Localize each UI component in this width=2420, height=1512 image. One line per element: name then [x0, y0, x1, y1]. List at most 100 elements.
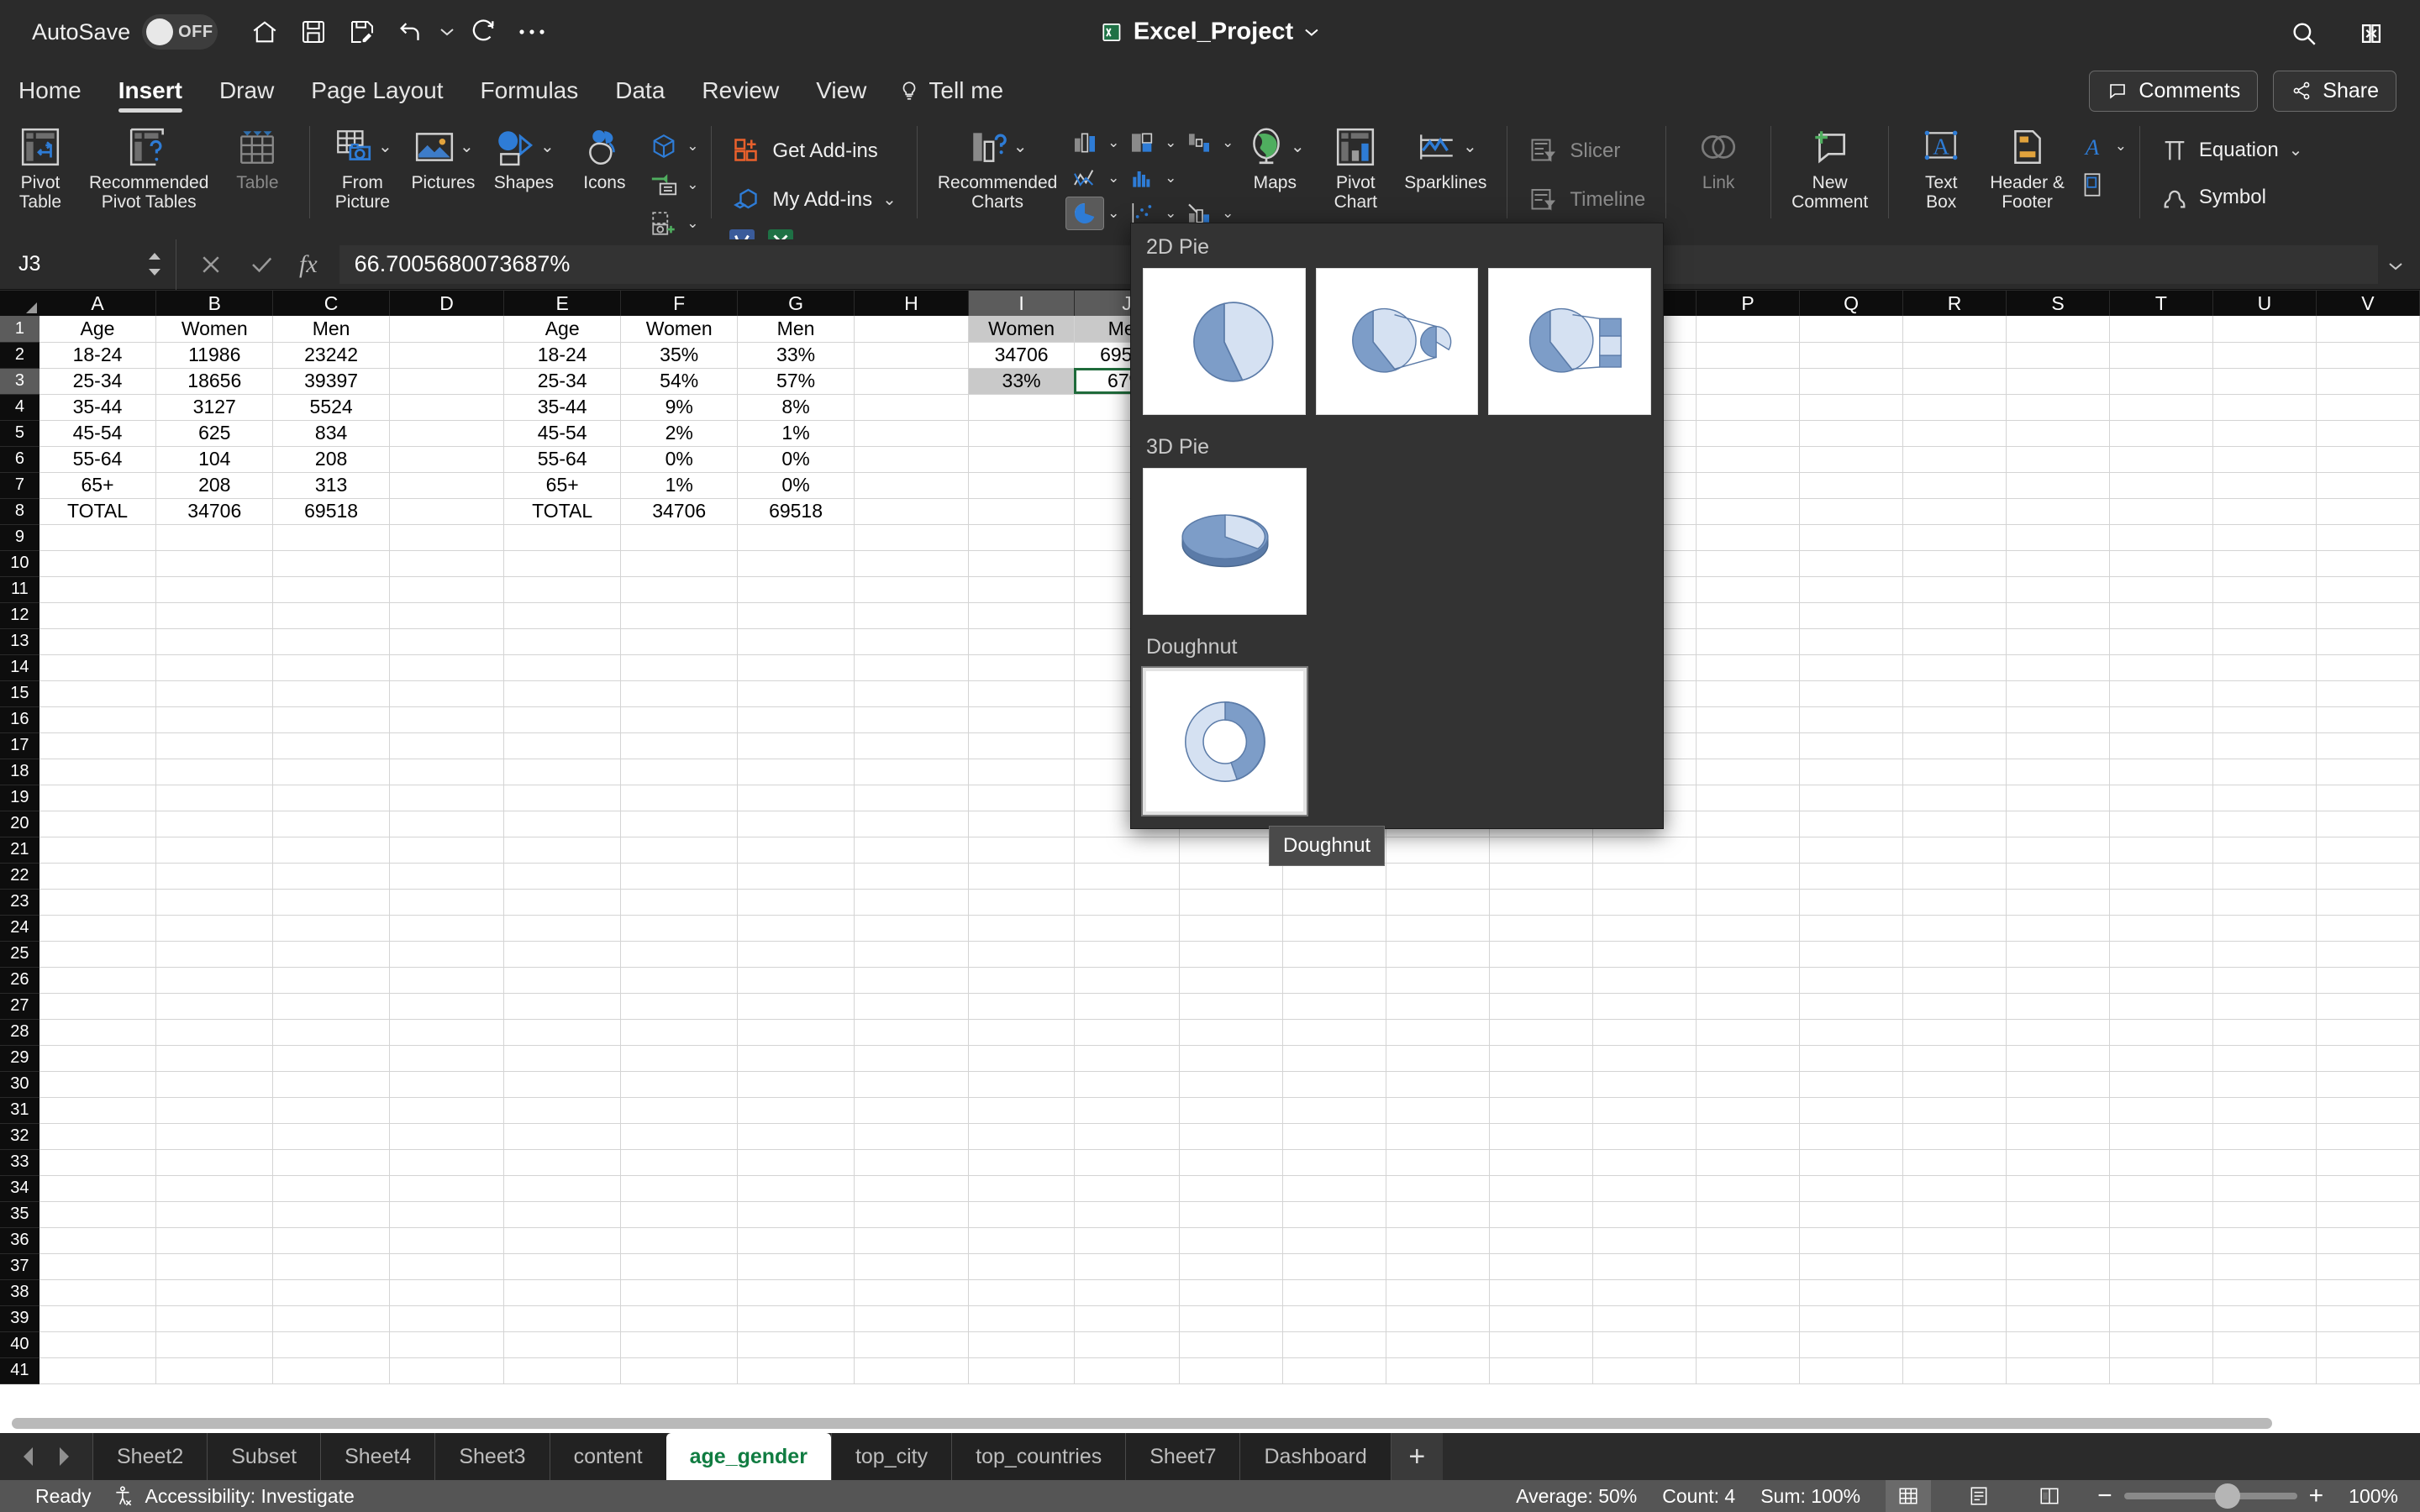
3d-models-button[interactable] [644, 129, 683, 163]
cell-L33[interactable] [1282, 1149, 1386, 1176]
cell-S32[interactable] [2006, 1123, 2110, 1150]
cell-D36[interactable] [389, 1227, 505, 1254]
cell-N37[interactable] [1489, 1253, 1593, 1280]
cell-B35[interactable] [155, 1201, 274, 1228]
cell-G28[interactable] [737, 1019, 855, 1046]
cell-B33[interactable] [155, 1149, 274, 1176]
cell-R27[interactable] [1902, 993, 2007, 1020]
link-button[interactable]: Link [1678, 121, 1759, 192]
cell-I41[interactable] [968, 1357, 1075, 1384]
cell-T34[interactable] [2109, 1175, 2213, 1202]
cell-G35[interactable] [737, 1201, 855, 1228]
tab-view[interactable]: View [797, 64, 885, 118]
cell-E4[interactable]: 35-44 [503, 394, 622, 421]
cell-M38[interactable] [1386, 1279, 1491, 1306]
cell-U22[interactable] [2212, 863, 2317, 890]
cell-T13[interactable] [2109, 628, 2213, 655]
smartart-button[interactable] [644, 168, 683, 202]
cell-P39[interactable] [1696, 1305, 1800, 1332]
cell-Q3[interactable] [1799, 368, 1904, 395]
cell-B12[interactable] [155, 602, 274, 629]
column-header-s[interactable]: S [2006, 291, 2110, 316]
cell-V27[interactable] [2316, 993, 2420, 1020]
cell-U1[interactable] [2212, 316, 2317, 343]
timeline-button[interactable]: Timeline [1519, 178, 1654, 222]
cell-F40[interactable] [620, 1331, 739, 1358]
cell-D24[interactable] [389, 915, 505, 942]
sparklines-button[interactable]: ⌄ Sparklines [1396, 121, 1495, 192]
cell-C38[interactable] [272, 1279, 390, 1306]
cell-B8[interactable]: 34706 [155, 498, 274, 525]
cell-R37[interactable] [1902, 1253, 2007, 1280]
cell-A26[interactable] [39, 967, 157, 994]
cell-T21[interactable] [2109, 837, 2213, 864]
cell-C41[interactable] [272, 1357, 390, 1384]
cell-M37[interactable] [1386, 1253, 1491, 1280]
cell-I22[interactable] [968, 863, 1075, 890]
cell-G8[interactable]: 69518 [737, 498, 855, 525]
cell-G5[interactable]: 1% [737, 420, 855, 447]
cell-F36[interactable] [620, 1227, 739, 1254]
cell-C2[interactable]: 23242 [272, 342, 390, 369]
cell-B13[interactable] [155, 628, 274, 655]
cell-R2[interactable] [1902, 342, 2007, 369]
equation-button[interactable]: Equation ⌄ [2152, 129, 2312, 171]
accessibility-status[interactable]: Accessibility: Investigate [113, 1484, 355, 1508]
cell-G15[interactable] [737, 680, 855, 707]
cell-E34[interactable] [503, 1175, 622, 1202]
cell-F41[interactable] [620, 1357, 739, 1384]
cell-E40[interactable] [503, 1331, 622, 1358]
cell-A2[interactable]: 18-24 [39, 342, 157, 369]
cell-C27[interactable] [272, 993, 390, 1020]
cell-P12[interactable] [1696, 602, 1800, 629]
cell-C10[interactable] [272, 550, 390, 577]
row-header-18[interactable]: 18 [0, 759, 39, 785]
cell-C12[interactable] [272, 602, 390, 629]
cell-G9[interactable] [737, 524, 855, 551]
cell-K23[interactable] [1179, 889, 1284, 916]
cell-N21[interactable] [1489, 837, 1593, 864]
cell-D23[interactable] [389, 889, 505, 916]
cell-E9[interactable] [503, 524, 622, 551]
cell-P30[interactable] [1696, 1071, 1800, 1098]
cell-U37[interactable] [2212, 1253, 2317, 1280]
cell-D15[interactable] [389, 680, 505, 707]
cell-F21[interactable] [620, 837, 739, 864]
row-header-32[interactable]: 32 [0, 1123, 39, 1150]
cell-T39[interactable] [2109, 1305, 2213, 1332]
cell-V13[interactable] [2316, 628, 2420, 655]
cell-M27[interactable] [1386, 993, 1491, 1020]
cell-D1[interactable] [389, 316, 505, 343]
cell-Q30[interactable] [1799, 1071, 1904, 1098]
cell-S25[interactable] [2006, 941, 2110, 968]
cell-B2[interactable]: 11986 [155, 342, 274, 369]
cell-B9[interactable] [155, 524, 274, 551]
cell-C3[interactable]: 39397 [272, 368, 390, 395]
row-header-3[interactable]: 3 [0, 368, 39, 395]
cell-R11[interactable] [1902, 576, 2007, 603]
cell-F17[interactable] [620, 732, 739, 759]
cell-L40[interactable] [1282, 1331, 1386, 1358]
cell-B22[interactable] [155, 863, 274, 890]
cell-P5[interactable] [1696, 420, 1800, 447]
pie-3d-chart-option[interactable] [1143, 468, 1307, 615]
row-header-34[interactable]: 34 [0, 1175, 39, 1202]
row-header-12[interactable]: 12 [0, 602, 39, 629]
sheet-nav-arrows[interactable] [0, 1445, 92, 1468]
cell-S6[interactable] [2006, 446, 2110, 473]
cell-O37[interactable] [1592, 1253, 1697, 1280]
cell-C37[interactable] [272, 1253, 390, 1280]
cell-I36[interactable] [968, 1227, 1075, 1254]
page-layout-view-icon[interactable] [1956, 1480, 2002, 1512]
cell-R38[interactable] [1902, 1279, 2007, 1306]
cell-E28[interactable] [503, 1019, 622, 1046]
cell-R40[interactable] [1902, 1331, 2007, 1358]
cell-U4[interactable] [2212, 394, 2317, 421]
sheet-tab-dashboard[interactable]: Dashboard [1239, 1433, 1391, 1480]
cell-T30[interactable] [2109, 1071, 2213, 1098]
cell-F25[interactable] [620, 941, 739, 968]
cell-C25[interactable] [272, 941, 390, 968]
cell-C30[interactable] [272, 1071, 390, 1098]
cell-E22[interactable] [503, 863, 622, 890]
cell-N27[interactable] [1489, 993, 1593, 1020]
